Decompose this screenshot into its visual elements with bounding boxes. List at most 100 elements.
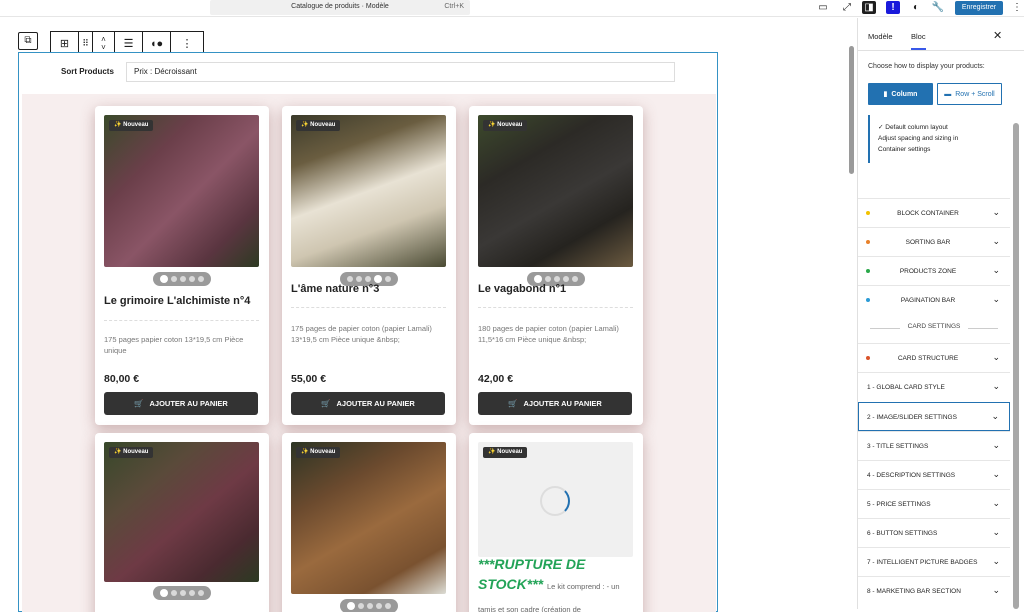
section-pagination-bar[interactable]: PAGINATION BAR ⌄ — [858, 285, 1010, 314]
product-image[interactable]: ✨ Nouveau — [104, 115, 259, 267]
divider — [291, 307, 446, 308]
slider-dot[interactable] — [180, 590, 186, 596]
product-card[interactable]: ✨ Nouveau — [282, 433, 456, 612]
section-label: 4 - DESCRIPTION SETTINGS — [867, 472, 956, 479]
product-image[interactable]: ✨ Nouveau — [478, 115, 633, 267]
slider-dot[interactable] — [365, 276, 371, 282]
slider-dot[interactable] — [356, 276, 362, 282]
cart-icon: 🛒 — [321, 399, 331, 408]
settings-description[interactable]: 4 - DESCRIPTION SETTINGS ⌄ — [858, 460, 1010, 489]
section-label: 6 - BUTTON SETTINGS — [867, 530, 938, 537]
section-sorting-bar[interactable]: SORTING BAR ⌄ — [858, 227, 1010, 256]
add-to-cart-button[interactable]: 🛒 AJOUTER AU PANIER — [104, 392, 258, 415]
slider-dot[interactable] — [160, 589, 168, 597]
settings-title[interactable]: 3 - TITLE SETTINGS ⌄ — [858, 431, 1010, 460]
cart-icon: 🛒 — [508, 399, 518, 408]
cart-icon: 🛒 — [134, 399, 144, 408]
products-zone: ✨ Nouveau Le grimoire L'alchimiste n°4 1… — [22, 94, 716, 612]
section-label: PAGINATION BAR — [900, 297, 956, 304]
slider-dot[interactable] — [189, 276, 195, 282]
tab-model[interactable]: Modèle — [868, 32, 893, 41]
row-scroll-layout-button[interactable]: ▬ Row + Scroll — [937, 83, 1002, 105]
settings-global-card-style[interactable]: 1 - GLOBAL CARD STYLE ⌄ — [858, 372, 1010, 401]
slider-dot[interactable] — [198, 276, 204, 282]
section-label: CARD STRUCTURE — [897, 355, 959, 362]
sidebar-scrollbar[interactable] — [1013, 123, 1019, 609]
image-slider-dots[interactable] — [153, 586, 211, 600]
slider-dot[interactable] — [374, 275, 382, 283]
settings-panel-icon[interactable]: ◨ — [862, 1, 876, 14]
close-icon[interactable]: ✕ — [993, 29, 1002, 42]
settings-button[interactable]: 6 - BUTTON SETTINGS ⌄ — [858, 518, 1010, 547]
sorting-bar: Sort Products Prix : Décroissant — [19, 53, 717, 93]
product-description: 175 pages de papier coton (papier Lamali… — [291, 324, 432, 344]
styles-contrast-icon[interactable]: ◐ — [909, 1, 923, 14]
slider-dot[interactable] — [376, 603, 382, 609]
section-label: 7 - INTELLIGENT PICTURE BADGES — [867, 559, 978, 566]
section-block-container[interactable]: BLOCK CONTAINER ⌄ — [858, 198, 1010, 227]
image-slider-dots[interactable] — [153, 272, 211, 286]
product-card[interactable]: ✨ Nouveau Le grimoire L'alchimiste n°4 1… — [95, 106, 269, 425]
product-catalog-block[interactable]: Sort Products Prix : Décroissant ✨ Nouve… — [18, 52, 718, 612]
settings-image-slider[interactable]: 2 - IMAGE/SLIDER SETTINGS ⌄ — [858, 402, 1010, 431]
sort-select[interactable]: Prix : Décroissant — [126, 62, 675, 82]
slider-dot[interactable] — [545, 276, 551, 282]
product-title[interactable]: L'âme nature n°3 — [291, 283, 449, 295]
slider-dot[interactable] — [563, 276, 569, 282]
canvas-scrollbar[interactable] — [849, 46, 854, 174]
column-layout-button[interactable]: ▮ Column — [868, 83, 933, 105]
product-title[interactable]: Le vagabond n°1 — [478, 283, 636, 295]
product-card[interactable]: ✨ Nouveau ***RUPTURE DE STOCK*** Le kit … — [469, 433, 643, 612]
more-options-icon[interactable]: ⋮ — [1010, 1, 1024, 14]
external-view-icon[interactable]: ⤢ — [840, 1, 854, 14]
desktop-preview-icon[interactable]: ▭ — [816, 1, 830, 14]
settings-price[interactable]: 5 - PRICE SETTINGS ⌄ — [858, 489, 1010, 518]
slider-dot[interactable] — [171, 276, 177, 282]
product-image[interactable]: ✨ Nouveau — [104, 442, 259, 582]
slider-dot[interactable] — [554, 276, 560, 282]
section-products-zone[interactable]: PRODUCTS ZONE ⌄ — [858, 256, 1010, 285]
product-card[interactable]: ✨ Nouveau L'âme nature n°3 175 pages de … — [282, 106, 456, 425]
new-badge: ✨ Nouveau — [109, 120, 154, 131]
slider-dot[interactable] — [180, 276, 186, 282]
slider-dot[interactable] — [189, 590, 195, 596]
add-to-cart-button[interactable]: 🛒 AJOUTER AU PANIER — [291, 392, 445, 415]
product-card[interactable]: ✨ Nouveau — [95, 433, 269, 612]
shortcut-hint: Ctrl+K — [444, 3, 464, 10]
slider-dot[interactable] — [385, 276, 391, 282]
row-scroll-label: Row + Scroll — [955, 90, 995, 98]
product-image[interactable]: ✨ Nouveau — [291, 115, 446, 267]
slider-dot[interactable] — [385, 603, 391, 609]
slider-dot[interactable] — [367, 603, 373, 609]
chevron-down-icon: ⌄ — [992, 207, 1000, 217]
slider-dot[interactable] — [160, 275, 168, 283]
chevron-down-icon: ⌄ — [992, 440, 1000, 450]
slider-dot[interactable] — [572, 276, 578, 282]
product-image-loading: ✨ Nouveau — [478, 442, 633, 557]
settings-marketing-bar[interactable]: 8 - MARKETING BAR SECTION ⌄ — [858, 576, 1010, 605]
chevron-down-icon: ⌄ — [992, 381, 1000, 391]
block-transform-icon[interactable]: ⧉ — [18, 32, 38, 50]
divider — [104, 320, 259, 321]
editor-topbar: Catalogue de produits · Modèle Ctrl+K ▭ … — [0, 0, 1024, 17]
plugin-alert-icon[interactable]: ! — [886, 1, 900, 14]
settings-sidebar: Modèle Bloc ✕ Choose how to display your… — [857, 18, 1024, 609]
save-button[interactable]: Enregistrer — [955, 1, 1003, 15]
new-badge: ✨ Nouveau — [296, 447, 341, 458]
slider-dot[interactable] — [171, 590, 177, 596]
product-card[interactable]: ✨ Nouveau Le vagabond n°1 180 pages de p… — [469, 106, 643, 425]
section-label: PRODUCTS ZONE — [899, 268, 957, 275]
product-image[interactable]: ✨ Nouveau — [291, 442, 446, 594]
slider-dot[interactable] — [534, 275, 542, 283]
slider-dot[interactable] — [358, 603, 364, 609]
image-slider-dots[interactable] — [340, 599, 398, 612]
product-title[interactable]: Le grimoire L'alchimiste n°4 — [104, 295, 262, 307]
add-to-cart-button[interactable]: 🛒 AJOUTER AU PANIER — [478, 392, 632, 415]
tab-block[interactable]: Bloc — [911, 32, 926, 50]
tools-icon[interactable]: 🔧 — [931, 1, 945, 14]
slider-dot[interactable] — [198, 590, 204, 596]
command-palette[interactable]: Catalogue de produits · Modèle Ctrl+K — [210, 0, 470, 15]
section-card-structure[interactable]: CARD STRUCTURE ⌄ — [858, 343, 1010, 372]
slider-dot[interactable] — [347, 276, 353, 282]
settings-picture-badges[interactable]: 7 - INTELLIGENT PICTURE BADGES ⌄ — [858, 547, 1010, 576]
